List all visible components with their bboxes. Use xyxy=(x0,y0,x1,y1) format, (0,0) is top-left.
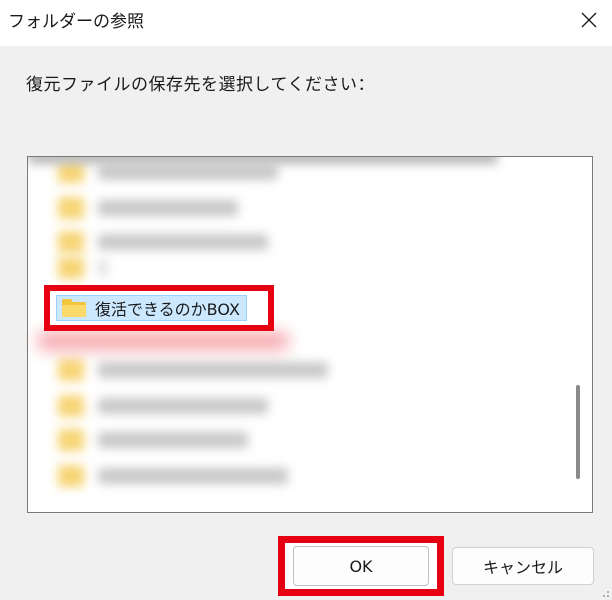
tree-item-selected[interactable]: 復活できるのかBOX xyxy=(44,285,274,331)
tree-item-obscured[interactable] xyxy=(28,157,508,167)
selected-item-label: 復活できるのかBOX xyxy=(95,300,240,319)
tree-item-obscured[interactable] xyxy=(58,255,108,281)
browse-folder-dialog: フォルダーの参照 復元ファイルの保存先を選択してください： 復活できるのかBOX… xyxy=(0,0,612,600)
scrollbar-thumb[interactable] xyxy=(576,385,580,479)
tree-item-obscured[interactable] xyxy=(58,357,328,383)
resize-grip-icon[interactable] xyxy=(598,586,610,598)
tree-item-obscured[interactable] xyxy=(58,393,268,419)
selected-item-box[interactable]: 復活できるのかBOX xyxy=(56,295,247,321)
ok-button[interactable]: OK xyxy=(293,546,429,586)
cancel-button[interactable]: キャンセル xyxy=(452,547,594,585)
close-icon xyxy=(581,12,597,28)
tree-item-obscured[interactable] xyxy=(58,463,288,489)
window-title: フォルダーの参照 xyxy=(8,12,144,32)
tree-item-obscured[interactable] xyxy=(58,427,248,453)
tree-item-obscured[interactable] xyxy=(58,229,268,255)
title-bar: フォルダーの参照 xyxy=(0,0,612,46)
instruction-text: 復元ファイルの保存先を選択してください： xyxy=(26,75,375,95)
close-button[interactable] xyxy=(566,0,612,40)
highlight-glow xyxy=(38,332,288,350)
folder-icon xyxy=(62,299,86,317)
tree-item-obscured[interactable] xyxy=(58,195,238,221)
